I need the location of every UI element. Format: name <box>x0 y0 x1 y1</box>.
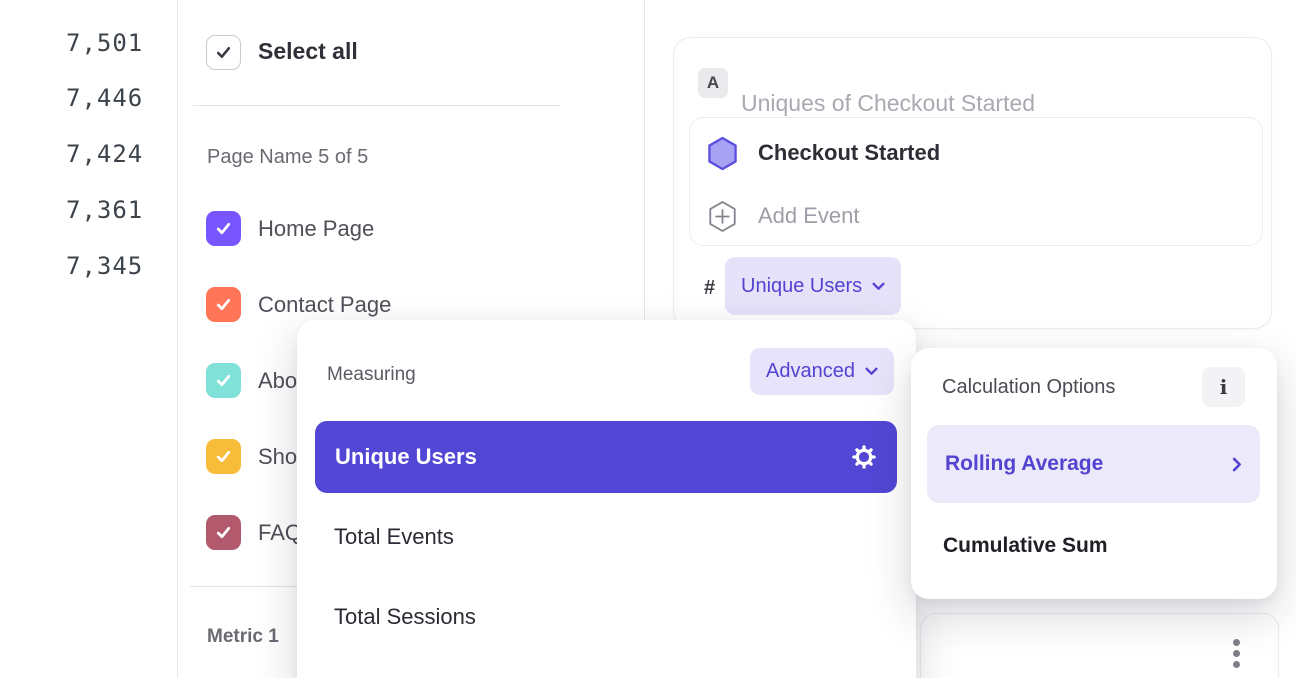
legend-value: 7,446 <box>66 84 143 112</box>
advanced-dropdown-label: Advanced <box>766 360 855 383</box>
gear-icon[interactable] <box>851 444 877 470</box>
chevron-right-icon <box>1232 457 1242 472</box>
kebab-dot <box>1233 661 1240 668</box>
metric-footer-label[interactable]: Metric 1 <box>207 626 279 648</box>
calculation-options-title: Calculation Options <box>942 376 1115 399</box>
add-event-icon[interactable] <box>708 200 737 233</box>
legend-value: 7,501 <box>66 29 143 57</box>
measure-dropdown-label: Unique Users <box>741 275 862 298</box>
checkmark-icon <box>214 219 233 238</box>
legend-value: 7,345 <box>66 252 143 280</box>
calc-option-label: Rolling Average <box>945 452 1103 476</box>
kebab-dot <box>1233 639 1240 646</box>
calc-option-cumulative-sum[interactable]: Cumulative Sum <box>943 534 1108 558</box>
chevron-down-icon <box>872 282 885 291</box>
checkmark-icon <box>214 43 233 62</box>
checkmark-icon <box>214 371 233 390</box>
advanced-dropdown[interactable]: Advanced <box>750 348 894 395</box>
info-button[interactable]: i <box>1202 367 1245 407</box>
legend-value: 7,424 <box>66 140 143 168</box>
query-card-b <box>920 613 1279 678</box>
series-label-contact[interactable]: Contact Page <box>258 292 391 318</box>
add-event-label[interactable]: Add Event <box>758 203 860 229</box>
select-all-label[interactable]: Select all <box>258 38 358 65</box>
query-title-input[interactable]: Uniques of Checkout Started <box>741 90 1035 117</box>
divider <box>193 105 561 106</box>
checkmark-icon <box>214 447 233 466</box>
measuring-menu: Measuring Advanced Unique Users <box>297 320 916 678</box>
chevron-down-icon <box>865 367 878 376</box>
calc-option-rolling-average[interactable]: Rolling Average <box>927 425 1260 503</box>
event-card: Checkout Started Add Event <box>689 117 1263 246</box>
series-checkbox-about[interactable] <box>206 363 241 398</box>
menu-option-total-events[interactable]: Total Events <box>334 524 454 550</box>
menu-option-label: Unique Users <box>335 444 477 470</box>
menu-option-total-sessions[interactable]: Total Sessions <box>334 604 476 630</box>
measure-dropdown[interactable]: Unique Users <box>725 257 901 315</box>
calculation-options-menu: Calculation Options i Rolling Average Cu… <box>911 348 1277 599</box>
kebab-dot <box>1233 650 1240 657</box>
select-all-checkbox[interactable] <box>206 35 241 70</box>
checkmark-icon <box>214 523 233 542</box>
event-hexagon-icon <box>707 136 738 171</box>
series-checkbox-faq[interactable] <box>206 515 241 550</box>
event-name[interactable]: Checkout Started <box>758 140 940 166</box>
insights-screen: 7,501 7,446 7,424 7,361 7,345 Select all… <box>0 0 1296 678</box>
series-checkbox-shop[interactable] <box>206 439 241 474</box>
measure-symbol: # <box>704 277 715 300</box>
panel-divider-left <box>177 0 178 678</box>
legend-value: 7,361 <box>66 196 143 224</box>
series-checkbox-contact[interactable] <box>206 287 241 322</box>
group-label: Page Name 5 of 5 <box>207 146 368 169</box>
query-row-letter-badge: A <box>698 68 728 98</box>
series-label-home[interactable]: Home Page <box>258 216 374 242</box>
series-checkbox-home[interactable] <box>206 211 241 246</box>
menu-option-unique-users[interactable]: Unique Users <box>315 421 897 493</box>
measuring-menu-title: Measuring <box>327 364 416 386</box>
info-icon: i <box>1220 375 1228 399</box>
query-card-a: A Uniques of Checkout Started Checkout S… <box>673 37 1272 329</box>
more-options-button[interactable] <box>1233 639 1240 668</box>
checkmark-icon <box>214 295 233 314</box>
